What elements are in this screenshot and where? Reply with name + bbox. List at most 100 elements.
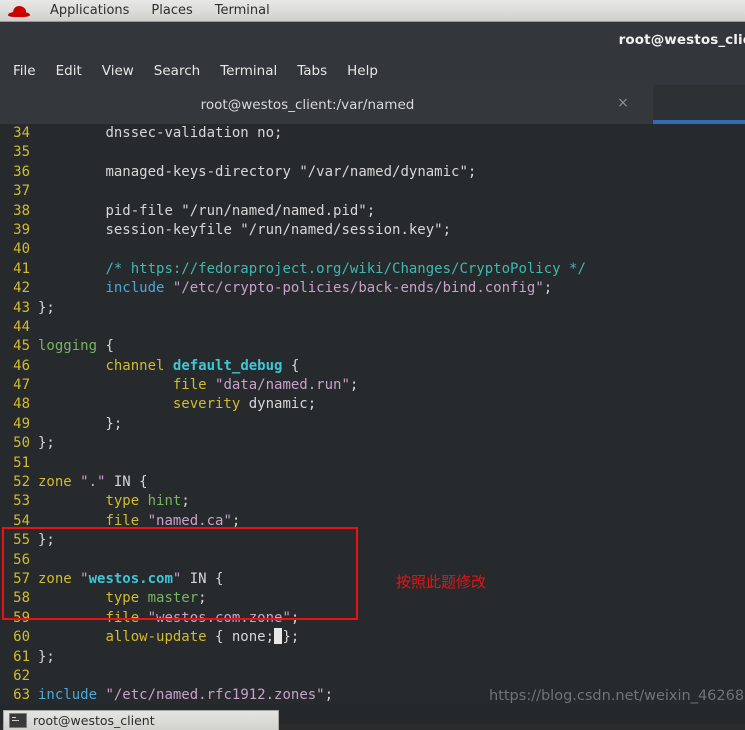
window-title: root@westos_clie <box>618 31 745 48</box>
menu-item-file[interactable]: File <box>3 58 46 85</box>
line-number: 54 <box>13 512 30 529</box>
code-token: hint <box>147 493 182 510</box>
code-token: { <box>97 338 114 355</box>
editor-line: 62 <box>0 667 745 686</box>
code-token: ; <box>467 163 477 180</box>
menu-item-help[interactable]: Help <box>337 58 388 85</box>
code-token: managed-keys-directory <box>105 163 300 180</box>
line-content: dnssec-validation no; <box>38 125 282 141</box>
line-number: 53 <box>13 493 30 510</box>
line-content: }; <box>38 532 55 548</box>
line-number: 51 <box>13 454 30 471</box>
line-content: session-keyfile "/run/named/session.key"… <box>38 222 451 238</box>
line-content: managed-keys-directory "/var/named/dynam… <box>38 164 476 180</box>
editor-line: 61}; <box>0 648 745 667</box>
menu-item-view[interactable]: View <box>92 58 144 85</box>
line-number: 63 <box>13 687 30 704</box>
line-content: include "/etc/named.rfc1912.zones"; <box>38 687 333 703</box>
terminal-icon <box>9 713 27 728</box>
panel-item-places[interactable]: Places <box>140 0 203 21</box>
code-token: ; <box>231 512 241 529</box>
redhat-logo-icon[interactable] <box>8 4 30 18</box>
terminal-screen[interactable]: 34 dnssec-validation no; 35 36 managed-key… <box>0 124 745 704</box>
menu-item-edit[interactable]: Edit <box>46 58 92 85</box>
close-icon[interactable]: × <box>615 96 631 112</box>
line-number: 49 <box>13 415 30 432</box>
code-token: dnssec-validation no; <box>105 125 283 141</box>
editor-line: 48 severity dynamic; <box>0 395 745 414</box>
editor-line: 47 file "data/named.run"; <box>0 376 745 395</box>
line-content: file "data/named.run"; <box>38 377 358 393</box>
line-content: /* https://fedoraproject.org/wiki/Change… <box>38 261 585 277</box>
editor-line: 50}; <box>0 434 745 453</box>
editor-code-area[interactable]: 34 dnssec-validation no; 35 36 managed-key… <box>0 124 745 704</box>
desktop-taskbar: root@westos_client <box>0 704 745 730</box>
editor-line: 36 managed-keys-directory "/var/named/dy… <box>0 163 745 182</box>
line-content: allow-update { none;}; <box>38 628 299 645</box>
menu-item-search[interactable]: Search <box>144 58 210 85</box>
code-token: ; <box>181 493 190 510</box>
line-content: include "/etc/crypto-policies/back-ends/… <box>38 280 552 296</box>
line-number: 43 <box>13 299 30 316</box>
line-content: logging { <box>38 338 114 354</box>
code-token: "westos.com.zone" <box>147 609 291 626</box>
code-token: ; <box>290 609 300 626</box>
line-content: zone "westos.com" IN { <box>38 571 223 587</box>
code-token: "data/named.run" <box>215 377 350 394</box>
line-number: 52 <box>13 474 30 491</box>
code-token: include <box>105 280 165 297</box>
code-token: }; <box>38 648 55 665</box>
taskbar-window-button[interactable]: root@westos_client <box>3 710 279 730</box>
line-number: 48 <box>13 396 30 413</box>
menu-item-tabs[interactable]: Tabs <box>287 58 337 85</box>
line-content: zone "." IN { <box>38 474 148 490</box>
menu-item-terminal[interactable]: Terminal <box>210 58 287 85</box>
line-number: 41 <box>13 260 30 277</box>
code-token: IN { <box>181 570 224 587</box>
code-token: westos.com <box>88 570 173 587</box>
code-token: zone <box>38 474 72 491</box>
code-token: default_debug <box>172 357 283 374</box>
editor-line: 54 file "named.ca"; <box>0 512 745 531</box>
line-number: 37 <box>13 183 30 200</box>
code-token: channel <box>105 357 165 374</box>
editor-line: 51 <box>0 454 745 473</box>
redhat-logo-crown <box>12 5 27 14</box>
code-token: "/etc/named.rfc1912.zones" <box>105 687 325 704</box>
code-token: type <box>105 493 140 510</box>
panel-item-applications[interactable]: Applications <box>39 0 140 21</box>
line-content: channel default_debug { <box>38 358 299 374</box>
code-token: logging <box>38 338 98 355</box>
tab-root-westos-client[interactable]: root@westos_client:/var/named × <box>0 85 653 124</box>
line-number: 62 <box>13 667 30 684</box>
panel-item-terminal[interactable]: Terminal <box>204 0 281 21</box>
window-titlebar[interactable]: root@westos_clie <box>0 22 745 57</box>
editor-line: 49 }; <box>0 415 745 434</box>
line-number: 47 <box>13 377 30 394</box>
code-token: { <box>282 357 300 374</box>
line-number: 44 <box>13 318 30 335</box>
line-content: file "named.ca"; <box>38 513 240 529</box>
line-content: }; <box>38 416 122 432</box>
line-number: 59 <box>13 609 30 626</box>
line-number: 58 <box>13 590 30 607</box>
line-number: 55 <box>13 532 30 549</box>
code-token: "named.ca" <box>147 512 232 529</box>
desktop-top-panel: Applications Places Terminal <box>0 0 745 22</box>
line-number: 57 <box>13 570 30 587</box>
editor-line: 43}; <box>0 299 745 318</box>
